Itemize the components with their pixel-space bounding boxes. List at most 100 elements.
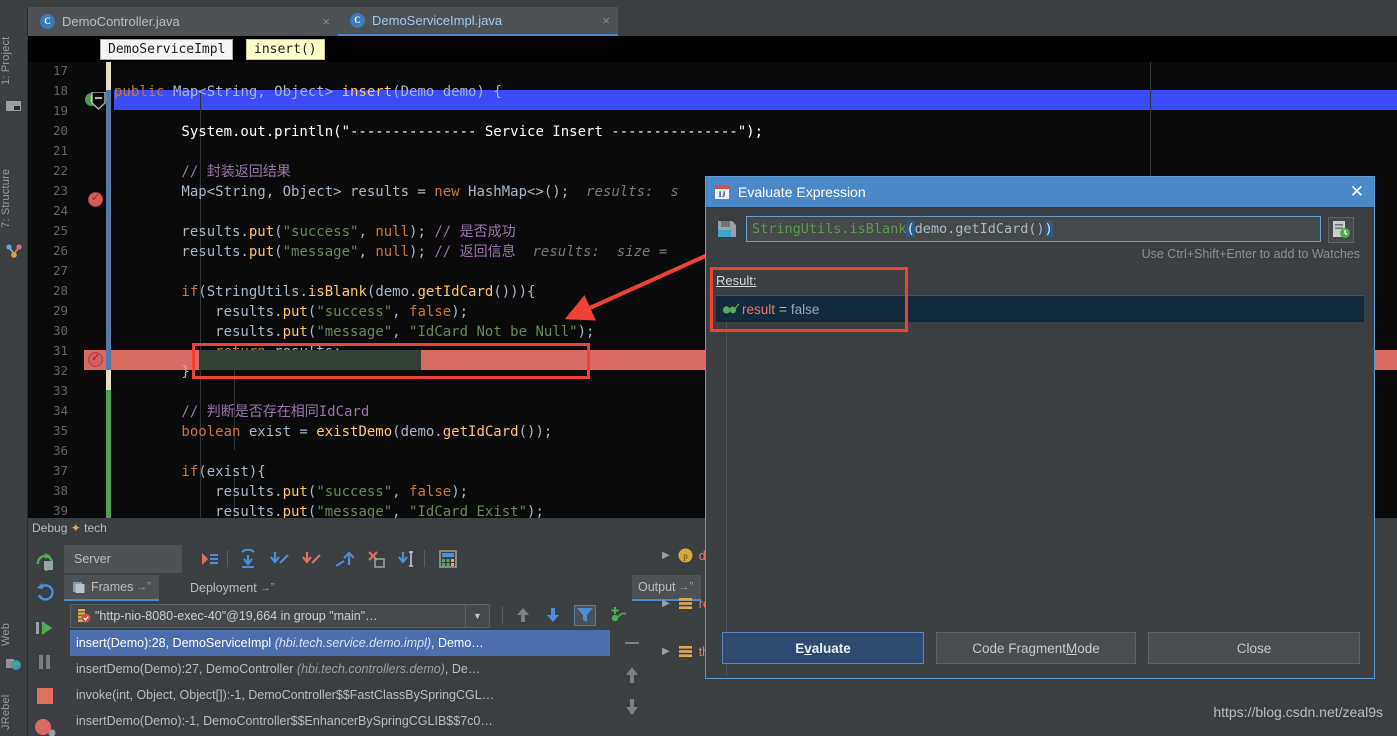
- code-token: public: [114, 84, 173, 100]
- svg-text:IJ: IJ: [718, 190, 725, 199]
- code-fragment-mode-button[interactable]: Code Fragment Mode: [936, 632, 1136, 664]
- line-content: boolean exist = existDemo(demo.getIdCard…: [114, 422, 552, 442]
- run-to-cursor-icon[interactable]: [398, 549, 418, 569]
- debug-config-name: tech: [84, 521, 107, 535]
- frames-list[interactable]: insert(Demo):28, DemoServiceImpl (hbi.te…: [70, 630, 610, 736]
- code-token: results: size =: [516, 244, 668, 260]
- sidebar-tab-project[interactable]: 1: Project: [0, 29, 28, 93]
- evaluate-expression-dialog[interactable]: IJ Evaluate Expression ✕ StringUtils.isB…: [705, 176, 1375, 679]
- step-over-icon[interactable]: [238, 549, 258, 569]
- line-number: 34: [28, 403, 68, 418]
- field-icon: [678, 592, 693, 616]
- code-token: ,: [358, 224, 375, 240]
- evaluate-button[interactable]: Evaluate: [722, 632, 924, 664]
- expression-input[interactable]: StringUtils.isBlank(demo.getIdCard()): [746, 216, 1321, 242]
- code-token: (StringUtils.: [198, 284, 308, 300]
- line-content: }: [114, 362, 190, 382]
- close-button[interactable]: Close: [1148, 632, 1360, 664]
- close-icon[interactable]: ✕: [1350, 182, 1364, 202]
- pause-program-icon[interactable]: [33, 650, 57, 674]
- code-token: insert: [342, 84, 393, 100]
- code-token: null: [375, 244, 409, 260]
- result-value: false: [791, 302, 820, 317]
- line-number: 35: [28, 423, 68, 438]
- subtab-label: Frames: [91, 580, 133, 594]
- mute-breakpoints-icon[interactable]: [33, 716, 57, 736]
- debug-window-title: Debug ✦ tech: [32, 521, 107, 535]
- code-token: if: [114, 284, 198, 300]
- code-token: (: [274, 224, 282, 240]
- line-number: 37: [28, 463, 68, 478]
- subtab-frames[interactable]: Frames →ˮ: [64, 575, 159, 601]
- code-token: put: [283, 324, 308, 340]
- up-arrow-icon[interactable]: [514, 606, 532, 629]
- save-expression-icon[interactable]: [716, 218, 738, 245]
- code-token: "message": [316, 324, 392, 340]
- add-watch-icon[interactable]: [610, 606, 628, 629]
- expander-icon[interactable]: ▶: [662, 592, 670, 616]
- expression-history-icon[interactable]: [1328, 217, 1354, 243]
- code-token: "message": [316, 504, 392, 518]
- rerun-icon[interactable]: [33, 550, 57, 574]
- line-number: 25: [28, 223, 68, 238]
- line-content: Map<String, Object> results = new HashMa…: [114, 182, 679, 202]
- subtab-deployment[interactable]: Deployment →ˮ: [182, 575, 282, 601]
- editor-tab-demoserviceimpl[interactable]: C DemoServiceImpl.java ×: [338, 7, 618, 36]
- stop-program-icon[interactable]: [33, 684, 57, 708]
- result-row[interactable]: result = false: [716, 296, 1364, 322]
- drop-frame-icon[interactable]: [366, 549, 386, 569]
- step-out-icon[interactable]: [334, 549, 354, 569]
- code-token: existDemo: [316, 424, 392, 440]
- breadcrumb-method[interactable]: insert(): [246, 39, 325, 60]
- resume-program-icon[interactable]: [33, 616, 57, 640]
- sidebar-tab-jrebel[interactable]: JRebel: [0, 687, 28, 736]
- code-token: results.: [114, 324, 283, 340]
- code-token: );: [578, 324, 595, 340]
- code-line[interactable]: 19: [28, 102, 1311, 122]
- left-tool-strip: 1: Project 7: Structure Web: [0, 7, 28, 736]
- frame-row[interactable]: invoke(int, Object, Object[]):-1, DemoCo…: [70, 682, 610, 708]
- code-token: ())){: [493, 284, 535, 300]
- close-icon[interactable]: ×: [602, 13, 610, 28]
- restart-icon[interactable]: [33, 580, 57, 604]
- code-token: );: [451, 304, 468, 320]
- breadcrumb-class[interactable]: DemoServiceImpl: [100, 39, 233, 60]
- debug-tab-server[interactable]: Server: [64, 545, 182, 573]
- expander-icon[interactable]: ▶: [662, 640, 670, 664]
- code-token: Map<String, Object> results =: [114, 184, 434, 200]
- line-number: 26: [28, 243, 68, 258]
- show-execution-point-icon[interactable]: [200, 549, 220, 569]
- close-icon[interactable]: ×: [322, 14, 330, 29]
- frame-row[interactable]: insertDemo(Demo):27, DemoController (hbi…: [70, 656, 610, 682]
- code-line[interactable]: 17: [28, 62, 1311, 82]
- pin-icon[interactable]: →ˮ: [136, 581, 151, 593]
- sidebar-tab-structure[interactable]: 7: Structure: [0, 157, 28, 239]
- chevron-down-icon[interactable]: ▼: [465, 605, 489, 627]
- line-number: 20: [28, 123, 68, 138]
- force-step-into-icon[interactable]: [302, 549, 322, 569]
- frame-tail: , De…: [445, 662, 480, 676]
- step-into-icon[interactable]: [270, 549, 290, 569]
- code-token: exist =: [249, 424, 316, 440]
- filter-icon[interactable]: [574, 605, 596, 626]
- expander-icon[interactable]: ▶: [662, 544, 670, 568]
- subtab-label: Deployment: [190, 581, 257, 595]
- evaluate-expression-icon[interactable]: [438, 549, 458, 569]
- remove-watch-icon[interactable]: [622, 636, 642, 655]
- pin-icon[interactable]: →ˮ: [260, 582, 275, 594]
- code-line[interactable]: 18public Map<String, Object> insert(Demo…: [28, 82, 1311, 102]
- move-up-icon[interactable]: [622, 664, 642, 691]
- frame-row[interactable]: insertDemo(Demo):-1, DemoController$$Enh…: [70, 708, 610, 734]
- code-line[interactable]: 20 System.out.println("--------------- S…: [28, 122, 1311, 142]
- expression-middle: demo.getIdCard(): [915, 221, 1045, 237]
- move-down-icon[interactable]: [622, 696, 642, 723]
- sidebar-tab-web[interactable]: Web: [0, 615, 28, 653]
- frame-row[interactable]: insert(Demo):28, DemoServiceImpl (hbi.te…: [70, 630, 610, 656]
- thread-combo[interactable]: "http-nio-8080-exec-40"@19,664 in group …: [70, 604, 490, 628]
- thread-label: "http-nio-8080-exec-40"@19,664 in group …: [95, 609, 378, 623]
- editor-tab-democontroller[interactable]: C DemoController.java ×: [28, 7, 338, 36]
- down-arrow-icon[interactable]: [544, 606, 562, 629]
- code-line[interactable]: 21: [28, 142, 1311, 162]
- frame-method: insert(Demo):28, DemoServiceImpl: [76, 636, 271, 650]
- line-number: 22: [28, 163, 68, 178]
